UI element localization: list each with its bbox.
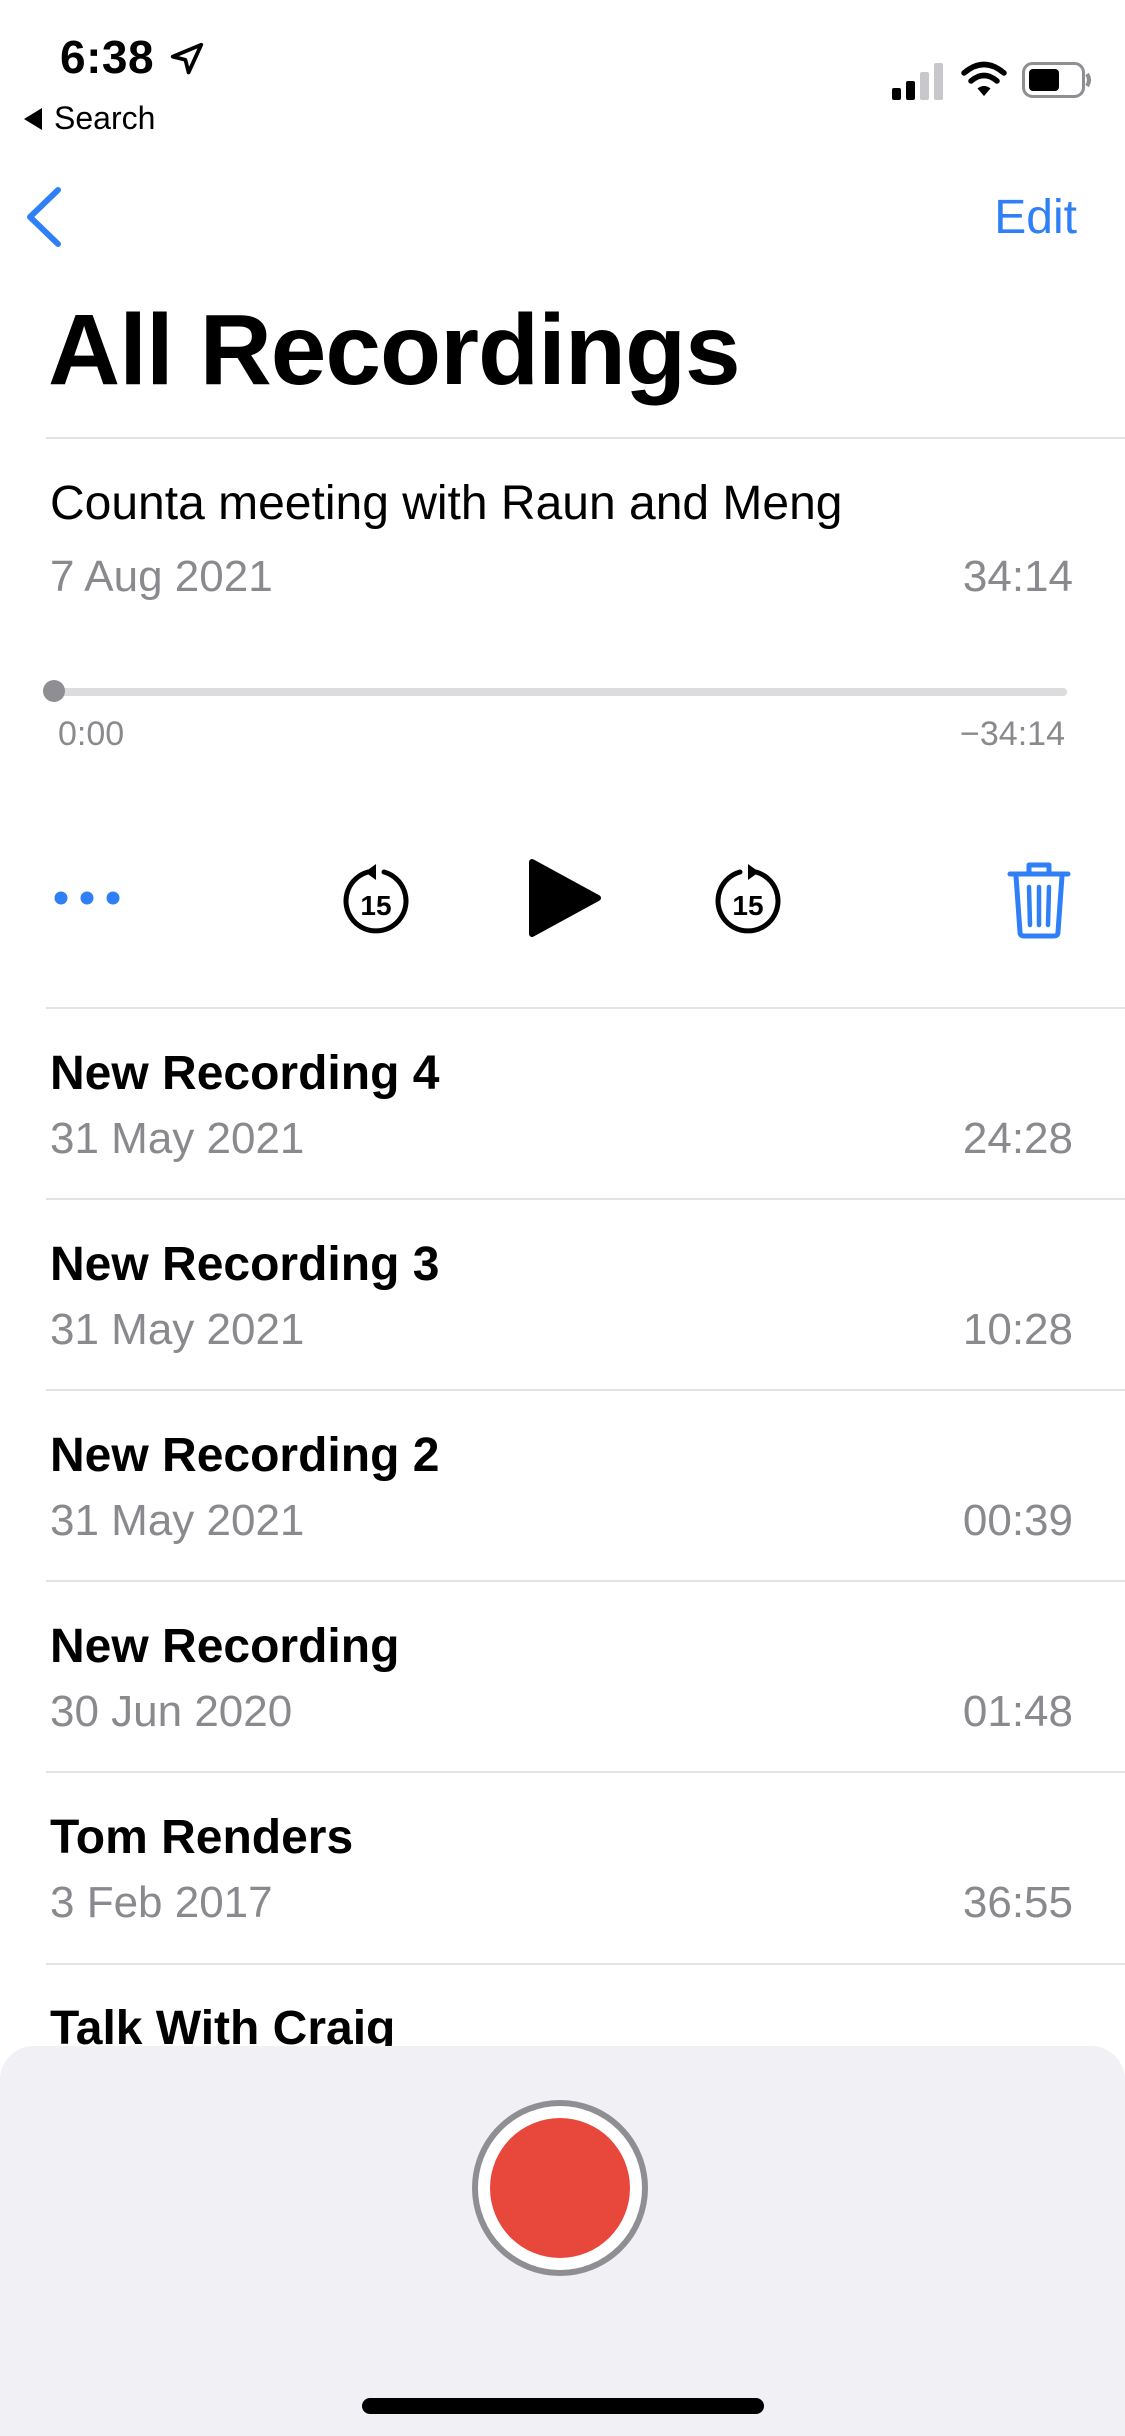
recording-duration: 36:55 <box>962 1878 1073 1927</box>
recording-title: Tom Renders <box>50 1811 354 1864</box>
recording-row[interactable] <box>0 1008 1125 1198</box>
recording-row[interactable] <box>0 1773 1125 1963</box>
scrubber-knob[interactable] <box>43 680 65 702</box>
recording-title: New Recording 3 <box>50 1238 440 1291</box>
divider <box>46 437 1125 439</box>
recording-duration: 01:48 <box>962 1687 1073 1736</box>
skip-back-15-icon[interactable]: 15 <box>338 862 414 938</box>
recording-row[interactable] <box>0 1200 1125 1390</box>
skip-forward-15-icon[interactable]: 15 <box>710 862 786 938</box>
recording-row[interactable] <box>0 1582 1125 1772</box>
recording-duration: 10:28 <box>962 1305 1073 1354</box>
back-triangle-icon <box>24 107 42 130</box>
location-arrow-icon <box>170 42 204 75</box>
svg-text:15: 15 <box>732 890 763 921</box>
home-indicator[interactable] <box>362 2398 764 2414</box>
page-title: All Recordings <box>48 294 741 406</box>
more-options-icon[interactable] <box>52 886 122 910</box>
recording-row[interactable] <box>0 1391 1125 1581</box>
recording-date: 3 Feb 2017 <box>50 1878 273 1927</box>
expanded-recording-date: 7 Aug 2021 <box>50 552 273 601</box>
cellular-signal-icon <box>892 63 943 100</box>
divider <box>46 1963 1125 1965</box>
wifi-icon <box>961 61 1007 96</box>
trash-icon[interactable] <box>1006 860 1072 940</box>
back-app-label: Search <box>54 100 156 136</box>
recording-duration: 24:28 <box>962 1114 1073 1163</box>
svg-text:15: 15 <box>360 890 391 921</box>
playback-scrubber[interactable] <box>54 688 1067 696</box>
record-dot-icon[interactable] <box>490 2118 630 2258</box>
chevron-left-icon[interactable] <box>22 186 66 248</box>
expanded-recording-duration: 34:14 <box>962 552 1073 601</box>
edit-button[interactable]: Edit <box>994 190 1077 245</box>
recording-title: New Recording 2 <box>50 1429 440 1482</box>
recording-date: 31 May 2021 <box>50 1305 305 1354</box>
recording-duration: 00:39 <box>962 1496 1073 1545</box>
back-to-app-button[interactable]: Search <box>24 100 155 137</box>
status-time: 6:38 <box>60 31 155 83</box>
play-icon[interactable] <box>526 856 604 940</box>
recording-title: New Recording <box>50 1620 400 1673</box>
remaining-time: −34:14 <box>960 715 1065 753</box>
recording-date: 31 May 2021 <box>50 1496 305 1545</box>
recording-date: 30 Jun 2020 <box>50 1687 293 1736</box>
recording-title: New Recording 4 <box>50 1047 440 1100</box>
battery-icon <box>1022 62 1091 98</box>
expanded-recording-title[interactable]: Counta meeting with Raun and Meng <box>50 476 843 531</box>
recording-date: 31 May 2021 <box>50 1114 305 1163</box>
elapsed-time: 0:00 <box>58 715 125 753</box>
